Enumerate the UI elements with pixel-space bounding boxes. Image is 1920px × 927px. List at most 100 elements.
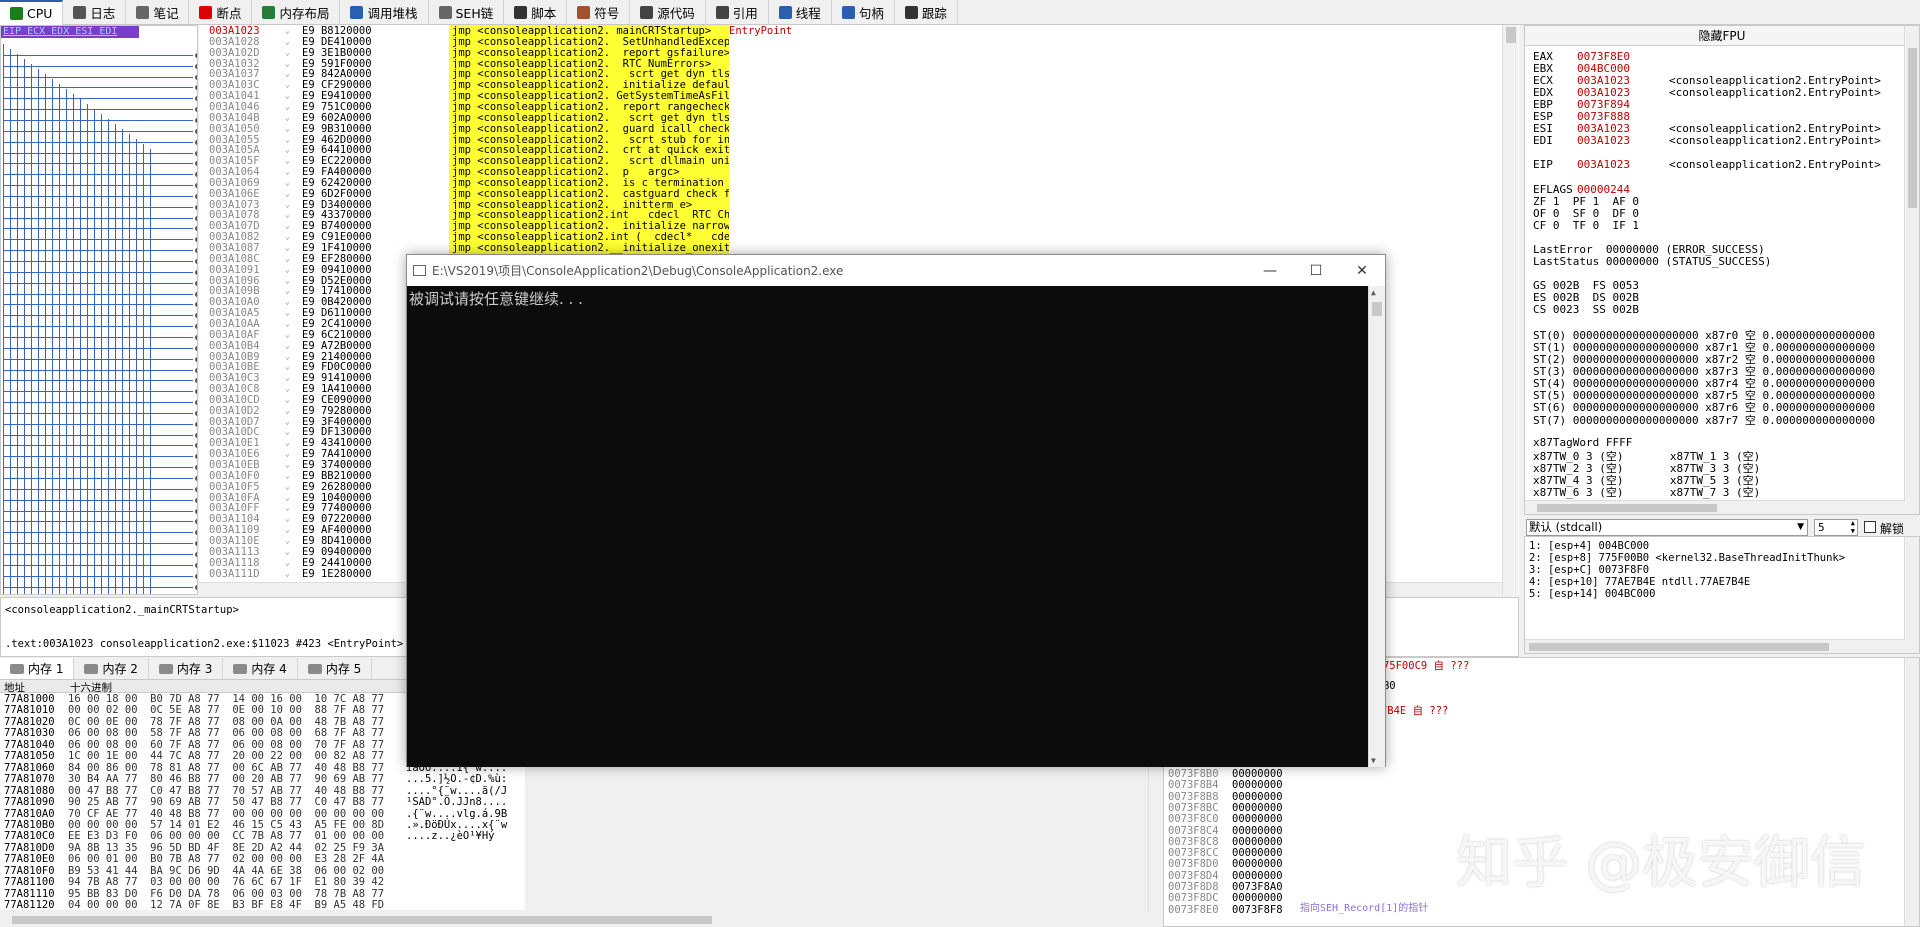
stack-row[interactable]: 0073F8B4 00000000 [1168,779,1283,791]
tab-handles[interactable]: 句柄 [832,0,895,25]
stack-row[interactable]: 0073F8B0 00000000 [1168,768,1283,780]
disassembly-scrollbar[interactable] [1502,25,1518,595]
branch-node [195,172,197,178]
register-line[interactable]: ECX 003A1023 <consoleapplication2.EntryPoi… [1533,74,1881,87]
dump-row[interactable]: 77A81120 04 00 00 00 12 7A 0F 8E B3 BF E8… [0,900,525,910]
stack-row[interactable]: 0073F8B8 00000000 [1168,791,1283,803]
arguments-view[interactable]: 1: [esp+4] 004BC000 2: [esp+8] 775F00B0 <… [1524,536,1920,654]
dump-row[interactable]: 77A810A0 70 CF AE 77 40 48 B8 77 00 00 00… [0,807,525,820]
register-line[interactable]: ESP 0073F888 [1533,110,1669,123]
disassembly-scroll-thumb[interactable] [1506,27,1516,43]
argument-row[interactable]: 2: [esp+8] 775F00B0 <kernel32.BaseThread… [1529,552,1845,564]
argument-row[interactable]: 1: [esp+4] 004BC000 [1529,540,1649,552]
tab-source[interactable]: 源代码 [630,0,706,25]
dump-hex: 70 CF AE 77 40 48 B8 77 00 00 00 00 00 0… [68,807,385,820]
dump-row[interactable]: 77A81090 90 25 AB 77 90 69 AB 77 50 47 B8… [0,797,525,808]
dump-address: 77A810C0 [4,830,55,843]
tab-seh[interactable]: SEH链 [429,0,505,25]
register-line[interactable]: ST(7) 0000000000000000000 x87r7 空 0.0000… [1533,412,1875,428]
register-line[interactable]: x87TW_6 3 (空) x87TW_7 3 (空) [1533,484,1760,500]
dump-tab-3[interactable]: 内存 3 [149,658,224,679]
stack-scrollbar[interactable] [1904,658,1919,926]
argument-row[interactable]: 4: [esp+10] 77AE7B4E ntdll.77AE7B4E [1529,576,1750,588]
dump-tab-4[interactable]: 内存 4 [223,658,298,679]
tab-script[interactable]: 脚本 [504,0,568,25]
tab-trace[interactable]: 跟踪 [895,0,958,25]
stack-row[interactable]: 0073F8D8 0073F8A0 [1168,881,1283,893]
hide-fpu-button[interactable]: 隐藏FPU [1525,26,1919,46]
tab-memory-map[interactable]: 内存布局 [252,0,341,25]
dump-tab-5[interactable]: 内存 5 [298,658,373,679]
argument-row[interactable]: 5: [esp+14] 004BC000 [1529,588,1655,600]
tab-cpu[interactable]: CPU [0,0,64,25]
argument-row[interactable]: 3: [esp+C] 0073F8F0 [1529,564,1649,576]
registers-scrollbar[interactable] [1904,26,1919,514]
registers-hscrollbar[interactable] [1525,500,1905,514]
arg-count-spinner[interactable]: 5 ▲ ▼ [1814,519,1858,536]
tab-references[interactable]: 引用 [706,0,769,25]
maximize-button[interactable]: ☐ [1293,256,1339,286]
register-line[interactable]: EDX 003A1023 <consoleapplication2.EntryPoi… [1533,86,1881,99]
minimize-button[interactable]: — [1247,256,1293,286]
stack-row[interactable]: 0073F8BC 00000000 [1168,802,1283,814]
register-line[interactable]: EFLAGS 00000244 [1533,183,1669,196]
dump-tab-1[interactable]: 内存 1 [0,658,75,679]
register-line[interactable]: CF 0 TF 0 IF 1 [1533,219,1639,232]
stack-row[interactable]: 0073F8C0 00000000 [1168,813,1283,825]
console-scroll-thumb[interactable] [1372,302,1382,316]
console-scrollbar[interactable]: ▲ ▼ [1368,286,1385,767]
dump-row[interactable]: 77A81100 94 7B A8 77 03 00 00 00 76 6C 67… [0,877,525,888]
scroll-down-icon[interactable]: ▼ [1371,756,1376,765]
tab-call-stack[interactable]: 调用堆栈 [340,0,429,25]
scroll-up-icon[interactable]: ▲ [1371,288,1376,297]
unlock-checkbox[interactable] [1864,521,1876,533]
register-line[interactable]: ES 002B DS 002B [1533,291,1639,304]
stack-row[interactable]: 0073F8D0 00000000 [1168,858,1283,870]
register-line[interactable]: GS 002B FS 0053 [1533,279,1639,292]
dump-tab-2[interactable]: 内存 2 [74,658,149,679]
tab-label: 线程 [795,5,821,21]
stack-row[interactable]: 0073F8CC 00000000 [1168,847,1283,859]
dump-row[interactable]: 77A810D0 9A 8B 13 35 96 5D BD 4F 8E 2D A2… [0,842,525,854]
register-line[interactable]: LastStatus 00000000 (STATUS_SUCCESS) [1533,255,1771,268]
dump-row[interactable]: 77A810E0 06 00 01 00 B0 7B A8 77 02 00 00… [0,854,525,865]
stack-row[interactable]: 0073F8DC 00000000 [1168,892,1283,904]
dump-tab-label: 内存 3 [176,662,213,676]
branch-node [195,183,197,189]
register-line[interactable]: OF 0 SF 0 DF 0 [1533,207,1639,220]
dump-row[interactable]: 77A810B0 00 00 00 00 57 14 01 E2 46 15 C5… [0,819,525,831]
register-line[interactable]: ESI 003A1023 <consoleapplication2.EntryPoi… [1533,122,1881,135]
register-line[interactable]: EBP 0073F894 [1533,98,1669,111]
tab-symbol[interactable]: 符号 [567,0,631,25]
tab-threads[interactable]: 线程 [769,0,832,25]
console-window[interactable]: E:\VS2019\项目\ConsoleApplication2\Debug\C… [406,254,1386,767]
dump-row[interactable]: 77A810C0 EE E3 D3 F0 06 00 00 00 CC 7B A8… [0,831,525,842]
memory-icon [233,663,248,674]
register-line[interactable]: LastError 00000000 (ERROR_SUCCESS) [1533,243,1765,256]
register-line[interactable]: x87TagWord FFFF [1533,436,1632,449]
console-titlebar[interactable]: E:\VS2019\项目\ConsoleApplication2\Debug\C… [407,255,1385,286]
register-line[interactable]: CS 0023 SS 002B [1533,303,1639,316]
stack-row[interactable]: 0073F8C4 00000000 [1168,825,1283,837]
tab-notes[interactable]: 笔记 [126,0,190,25]
register-line[interactable]: EAX 0073F8E0 [1533,50,1669,63]
close-button[interactable]: ✕ [1339,256,1385,286]
dump-row[interactable]: 77A81070 30 B4 AA 77 80 46 B8 77 00 20 AB… [0,774,525,785]
arguments-hscrollbar[interactable] [1525,639,1905,653]
register-line[interactable]: EIP 003A1023 <consoleapplication2.EntryPoi… [1533,158,1881,171]
register-line[interactable]: EBX 004BC000 [1533,62,1669,75]
register-line[interactable]: ZF 1 PF 1 AF 0 [1533,195,1639,208]
register-line[interactable]: EDI 003A1023 <consoleapplication2.EntryPoi… [1533,134,1881,147]
console-output[interactable]: 被调试请按任意键继续. . . [407,286,1369,767]
dump-row[interactable]: 77A810F0 B9 53 41 44 BA 9C D6 9D 4A 4A 6E… [0,865,525,877]
arguments-scrollbar[interactable] [1904,537,1919,653]
stack-row[interactable]: 0073F8E0 0073F8F8 [1168,904,1283,916]
dump-hscrollbar[interactable] [0,912,1163,927]
stack-row[interactable]: 0073F8C8 00000000 [1168,836,1283,848]
dump-row[interactable]: 77A81080 00 47 B8 77 C0 47 B8 77 70 57 AB… [0,785,525,797]
tab-breakpoint[interactable]: 断点 [189,0,253,25]
call-convention-select[interactable]: 默认 (stdcall) ▼ [1526,519,1808,536]
stack-row[interactable]: 0073F8D4 00000000 [1168,870,1283,882]
tab-log[interactable]: 日志 [63,0,127,25]
dump-row[interactable]: 77A81110 95 BB 83 D0 F6 D0 DA 78 06 00 03… [0,888,525,900]
